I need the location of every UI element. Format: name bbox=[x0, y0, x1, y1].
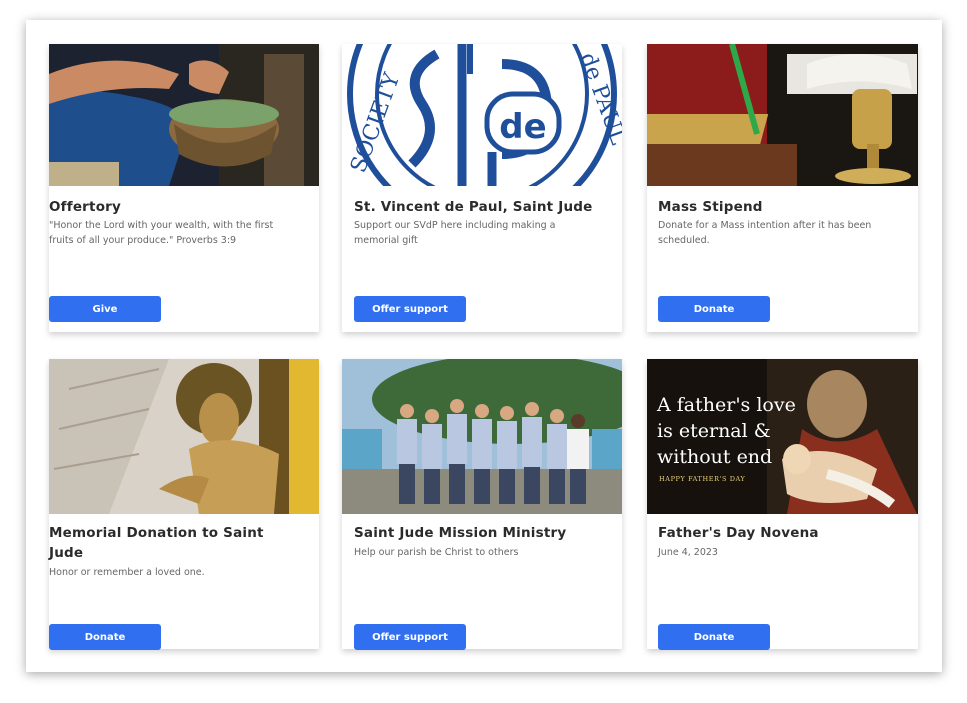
card-offertory[interactable]: Offertory "Honor the Lord with your weal… bbox=[49, 44, 319, 332]
card-title: Father's Day Novena bbox=[658, 525, 819, 541]
donate-button[interactable]: Donate bbox=[658, 624, 770, 650]
card-description: Honor or remember a loved one. bbox=[49, 567, 205, 578]
ad-line-4: HAPPY FATHER'S DAY bbox=[659, 475, 746, 483]
card-description: June 4, 2023 bbox=[658, 547, 718, 558]
saint-joseph-photo: A father's love is eternal & without end… bbox=[647, 359, 918, 514]
card-fathers-day-novena[interactable]: A father's love is eternal & without end… bbox=[647, 359, 918, 650]
card-memorial-donation[interactable]: Memorial Donation to Saint Jude Honor or… bbox=[49, 359, 319, 650]
ad-line-3: without end bbox=[657, 446, 772, 468]
give-button[interactable]: Give bbox=[49, 296, 161, 322]
donation-panel: Offertory "Honor the Lord with your weal… bbox=[26, 20, 942, 672]
card-title: Offertory bbox=[49, 199, 122, 215]
offer-support-button[interactable]: Offer support bbox=[354, 296, 466, 322]
ad-line-2: is eternal & bbox=[657, 420, 771, 442]
svdp-monogram: de bbox=[499, 107, 546, 147]
card-description: Donate for a Mass intention after it has… bbox=[658, 220, 872, 246]
card-mission-ministry[interactable]: Saint Jude Mission Ministry Help our par… bbox=[342, 359, 622, 650]
card-title: Saint Jude Mission Ministry bbox=[354, 525, 567, 541]
mission-group-photo bbox=[342, 359, 622, 514]
offering-basket-photo bbox=[49, 44, 319, 186]
ad-line-1: A father's love bbox=[656, 394, 796, 416]
card-title: Mass Stipend bbox=[658, 199, 763, 215]
card-description: "Honor the Lord with your wealth, with t… bbox=[49, 220, 274, 246]
card-description: Support our SVdP here including making a… bbox=[354, 220, 556, 246]
card-title: Memorial Donation to Saint Jude bbox=[49, 525, 264, 561]
card-mass-stipend[interactable]: Mass Stipend Donate for a Mass intention… bbox=[647, 44, 918, 332]
donate-button[interactable]: Donate bbox=[49, 624, 161, 650]
card-description: Help our parish be Christ to others bbox=[354, 547, 519, 558]
donate-button[interactable]: Donate bbox=[658, 296, 770, 322]
crucifix-photo bbox=[49, 359, 319, 514]
svdp-logo: SOCIETY de PAUL de bbox=[342, 44, 622, 186]
card-title: St. Vincent de Paul, Saint Jude bbox=[354, 199, 593, 215]
missal-chalice-photo bbox=[647, 44, 918, 186]
card-svdp[interactable]: SOCIETY de PAUL de St. Vincent de Paul, … bbox=[342, 44, 622, 332]
offer-support-button[interactable]: Offer support bbox=[354, 624, 466, 650]
